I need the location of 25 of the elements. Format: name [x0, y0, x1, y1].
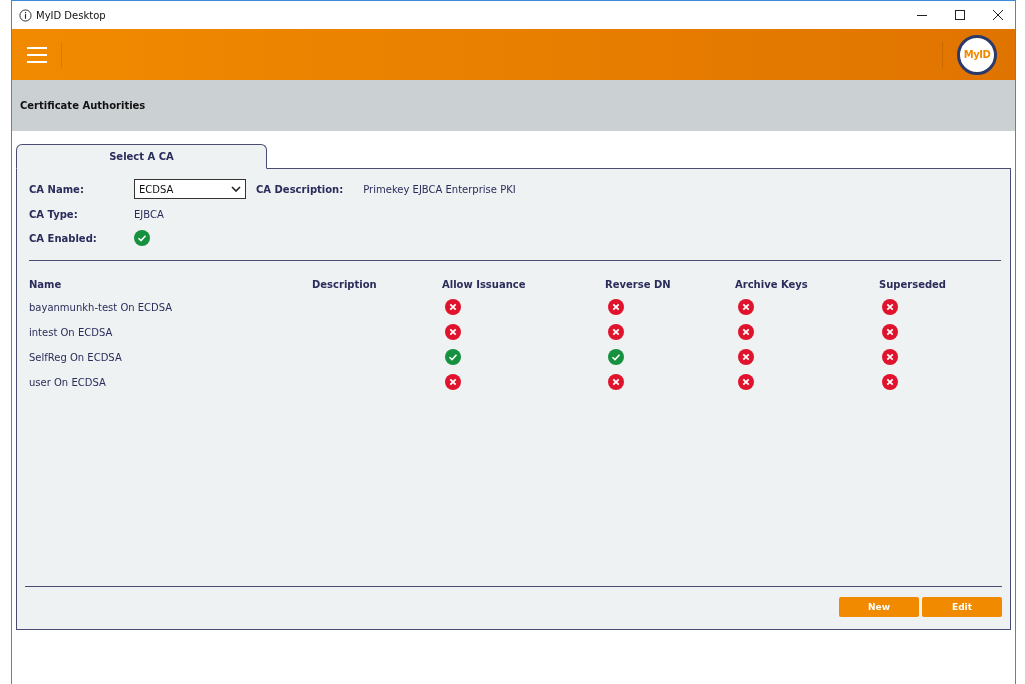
column-header: Name	[29, 279, 63, 290]
field-label: CA Type:	[29, 209, 79, 220]
table-cell-text: user On ECDSA	[29, 375, 107, 390]
table-cell-text: bayanmunkh-test On ECDSA	[29, 300, 174, 315]
column-header: Description	[312, 279, 378, 290]
maximize-icon[interactable]	[955, 10, 965, 20]
table-cell-text: intest On ECDSA	[29, 325, 114, 340]
column-header: Archive Keys	[735, 279, 809, 290]
page-title: Certificate Authorities	[20, 100, 146, 111]
logo: MyID	[957, 34, 997, 75]
window-title: MyID Desktop	[36, 9, 106, 21]
field-value: Primekey EJBCA Enterprise PKI	[363, 183, 516, 195]
field-label: CA Description:	[256, 183, 344, 195]
column-header: Allow Issuance	[442, 279, 527, 290]
field-label: CA Enabled:	[29, 232, 98, 244]
field-value: EJBCA	[134, 209, 165, 220]
column-header: Reverse DN	[605, 279, 672, 290]
column-header: Superseded	[879, 279, 948, 290]
field-label: CA Name:	[29, 183, 85, 195]
info-icon	[19, 8, 32, 22]
tab[interactable]: Select A CA	[16, 144, 267, 169]
table-cell-text: SelfReg On ECDSA	[29, 350, 123, 365]
caret-icon	[231, 186, 241, 192]
ca-name-dropdown[interactable]: ECDSA	[134, 179, 246, 199]
close-icon[interactable]	[993, 10, 1003, 20]
